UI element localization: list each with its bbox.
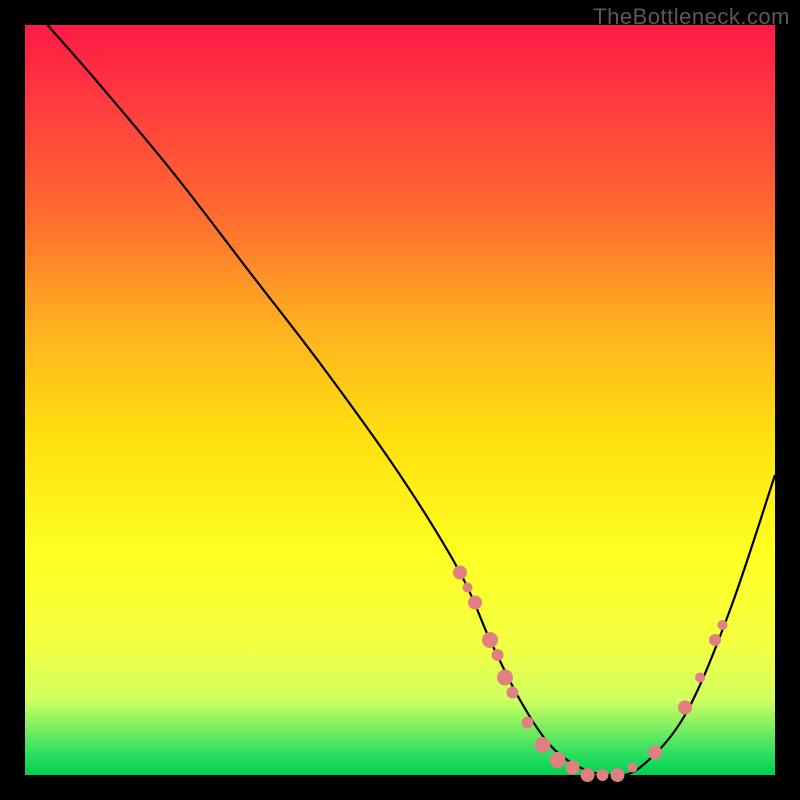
curve-marker bbox=[492, 649, 504, 661]
curve-marker bbox=[718, 620, 728, 630]
curve-marker bbox=[611, 768, 625, 782]
curve-marker bbox=[695, 673, 705, 683]
curve-marker bbox=[453, 566, 467, 580]
curve-marker bbox=[463, 583, 473, 593]
curve-marker bbox=[597, 769, 609, 781]
curve-marker bbox=[581, 768, 595, 782]
curve-marker bbox=[628, 763, 638, 773]
curve-marker bbox=[648, 746, 662, 760]
curve-marker bbox=[678, 701, 692, 715]
curve-marker bbox=[468, 596, 482, 610]
curve-marker bbox=[535, 737, 551, 753]
curve-markers bbox=[453, 566, 728, 783]
curve-marker bbox=[566, 761, 580, 775]
curve-marker bbox=[550, 752, 566, 768]
curve-marker bbox=[507, 687, 519, 699]
bottleneck-curve bbox=[48, 25, 776, 775]
curve-marker bbox=[482, 632, 498, 648]
curve-marker bbox=[709, 634, 721, 646]
curve-marker bbox=[497, 670, 513, 686]
curve-marker bbox=[522, 717, 534, 729]
chart-svg bbox=[0, 0, 800, 800]
